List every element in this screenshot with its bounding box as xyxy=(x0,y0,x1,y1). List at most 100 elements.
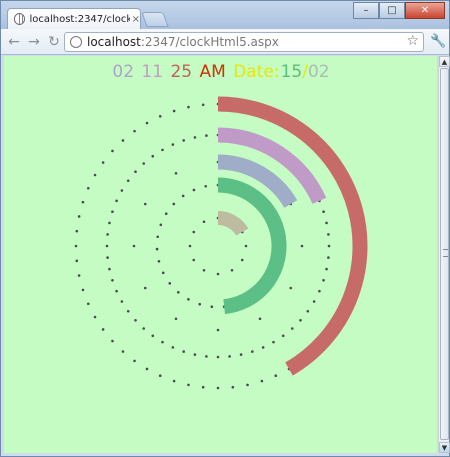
minutes-text: 11 xyxy=(141,62,164,82)
dot-mark xyxy=(93,173,97,177)
dot-mark xyxy=(201,103,205,107)
dot-mark xyxy=(156,235,159,239)
dot-mark xyxy=(239,353,243,356)
month-ring xyxy=(217,211,249,236)
dot-mark xyxy=(272,340,275,344)
dot-mark xyxy=(145,121,149,125)
dot-mark xyxy=(111,279,114,282)
dot-mark xyxy=(111,339,114,343)
dot-mark xyxy=(143,202,147,206)
dot-mark xyxy=(81,200,85,204)
dot-mark xyxy=(290,327,294,330)
hours-text: 02 xyxy=(112,62,135,82)
dot-mark xyxy=(115,289,118,293)
dot-mark xyxy=(151,334,155,338)
dot-mark xyxy=(192,230,196,234)
ampm-text: AM xyxy=(199,62,226,82)
dot-mark xyxy=(322,279,325,282)
dot-mark xyxy=(134,170,137,174)
dot-mark xyxy=(327,233,330,236)
dot-mark xyxy=(182,139,185,142)
dot-mark xyxy=(106,256,109,259)
dot-mark xyxy=(108,221,111,225)
dot-mark xyxy=(201,385,205,389)
dot-mark xyxy=(312,300,316,303)
dot-mark xyxy=(216,355,220,359)
month-text: 02 xyxy=(307,62,330,82)
dot-mark xyxy=(188,244,192,248)
wrench-menu-icon[interactable]: 🔧 xyxy=(430,34,446,49)
dot-mark xyxy=(244,244,248,248)
dot-mark xyxy=(155,247,159,251)
new-tab-button[interactable] xyxy=(141,12,169,27)
dot-mark xyxy=(300,244,304,248)
forward-button[interactable]: → xyxy=(25,33,43,51)
browser-window: localhost:2347/clockHtml5. × – □ ✕ ← → ↻… xyxy=(0,0,450,457)
dot-mark xyxy=(134,318,137,322)
scroll-up-arrow-icon[interactable]: ▲ xyxy=(439,56,450,67)
minimize-button[interactable]: – xyxy=(353,2,379,19)
reload-button[interactable]: ↻ xyxy=(45,33,63,51)
dot-mark xyxy=(192,258,196,262)
dot-mark xyxy=(75,229,79,233)
dot-mark xyxy=(81,288,85,292)
clock-readout: 02 11 25 AM Date:15/02 xyxy=(4,62,437,82)
vertical-scrollbar[interactable]: ▲ ▼ xyxy=(438,56,450,453)
page-favicon-icon xyxy=(14,13,26,25)
dot-mark xyxy=(187,383,190,387)
dot-mark xyxy=(246,383,249,387)
dot-mark xyxy=(126,309,130,313)
window-controls: – □ ✕ xyxy=(353,2,445,19)
dot-mark xyxy=(193,353,197,356)
dot-mark xyxy=(306,309,310,313)
dot-mark xyxy=(176,290,180,294)
dot-mark xyxy=(111,149,114,153)
dot-mark xyxy=(157,259,161,263)
dot-mark xyxy=(192,188,196,192)
arc-rings xyxy=(217,96,368,376)
scrollbar-thumb[interactable] xyxy=(440,68,449,440)
dot-mark xyxy=(143,286,147,290)
clock-canvas xyxy=(74,96,368,390)
bookmark-star-icon[interactable]: ☆ xyxy=(406,33,419,49)
dot-mark xyxy=(187,105,190,109)
dot-mark xyxy=(193,136,197,139)
address-bar[interactable]: localhost :2347/clockHtml5.aspx ☆ xyxy=(64,32,424,52)
dot-mark xyxy=(133,129,136,133)
dot-mark xyxy=(161,340,164,344)
dot-mark xyxy=(205,134,208,137)
tab-close-icon[interactable]: × xyxy=(132,14,140,25)
dot-mark xyxy=(216,386,220,390)
day-text: 15 xyxy=(280,62,303,82)
dot-mark xyxy=(182,350,185,353)
dot-mark xyxy=(158,114,162,118)
dot-mark xyxy=(172,109,176,113)
dot-mark xyxy=(115,199,118,203)
dot-mark xyxy=(202,220,206,224)
dot-mark xyxy=(120,300,124,303)
dot-mark xyxy=(161,148,164,152)
close-button[interactable]: ✕ xyxy=(405,2,445,19)
scroll-down-arrow-icon[interactable]: ▼ xyxy=(439,442,450,453)
page-content: 02 11 25 AM Date:15/02 xyxy=(4,56,437,453)
dot-mark xyxy=(145,367,149,371)
dot-mark xyxy=(158,374,162,378)
dot-mark xyxy=(281,334,285,338)
dot-mark xyxy=(322,210,325,213)
dot-mark xyxy=(261,346,265,349)
dot-mark xyxy=(174,171,178,175)
back-button[interactable]: ← xyxy=(5,33,23,51)
maximize-button[interactable]: □ xyxy=(379,2,405,19)
dot-mark xyxy=(274,374,278,378)
dot-mark xyxy=(74,244,78,248)
dot-mark xyxy=(151,154,155,158)
dot-mark xyxy=(202,268,206,272)
dot-mark xyxy=(187,298,190,301)
browser-tab[interactable]: localhost:2347/clockHtml5. × xyxy=(7,8,141,29)
dot-mark xyxy=(205,355,208,358)
dot-mark xyxy=(86,302,90,306)
dot-mark xyxy=(171,346,175,349)
dot-mark xyxy=(181,194,185,198)
dot-mark xyxy=(325,267,328,271)
dot-mark xyxy=(101,161,105,164)
